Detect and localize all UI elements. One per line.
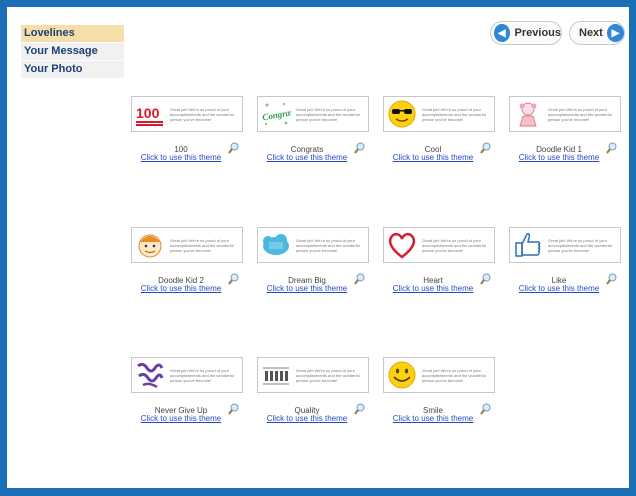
doodle-boy-icon (138, 234, 162, 258)
thumbnail-message: Great job! We're so proud of your accomp… (548, 237, 612, 253)
previous-button-label: Previous (514, 27, 561, 39)
sidebar-item-your-photo[interactable]: Your Photo (21, 61, 124, 78)
theme-thumbnail[interactable]: Great job! We're so proud of your accomp… (257, 227, 369, 263)
magnifier-icon[interactable] (480, 273, 491, 285)
thumbs-up-icon (515, 233, 541, 257)
magnifier-icon[interactable] (228, 273, 239, 285)
theme-thumbnail[interactable]: 100 Great job! We're so proud of your ac… (131, 96, 243, 132)
theme-thumbnail[interactable]: Great job! We're so proud of your accomp… (131, 227, 243, 263)
sidebar-item-lovelines[interactable]: Lovelines (21, 25, 124, 42)
use-theme-link[interactable]: Click to use this theme (257, 153, 357, 162)
use-theme-link[interactable]: Click to use this theme (131, 414, 231, 423)
magnifier-icon[interactable] (354, 273, 365, 285)
theme-thumbnail[interactable]: Great job! We're so proud of your accomp… (509, 96, 621, 132)
next-button-label: Next (579, 27, 603, 39)
quality-stamp-icon (263, 367, 289, 385)
thumbnail-message: Great job! We're so proud of your accomp… (296, 367, 360, 383)
sidebar: Lovelines Your Message Your Photo (21, 25, 124, 79)
use-theme-link[interactable]: Click to use this theme (509, 153, 609, 162)
magnifier-icon[interactable] (354, 403, 365, 415)
congrats-lettering-icon: Congrats (262, 102, 291, 126)
thumbnail-message: Great job! We're so proud of your accomp… (170, 367, 234, 383)
hundred-emoji-icon: 100 (136, 105, 163, 126)
use-theme-link[interactable]: Click to use this theme (131, 284, 231, 293)
sunglasses-emoji-icon (388, 100, 416, 128)
use-theme-link[interactable]: Click to use this theme (131, 153, 231, 162)
previous-button[interactable]: ◀ Previous (490, 21, 562, 45)
use-theme-link[interactable]: Click to use this theme (509, 284, 609, 293)
svg-text:100: 100 (136, 105, 160, 121)
magnifier-icon[interactable] (480, 403, 491, 415)
next-button[interactable]: Next ▶ (569, 21, 625, 45)
use-theme-link[interactable]: Click to use this theme (257, 414, 357, 423)
thumbnail-message: Great job! We're so proud of your accomp… (548, 106, 612, 122)
dream-big-icon (263, 234, 289, 255)
content-frame: Lovelines Your Message Your Photo ◀ Prev… (7, 7, 629, 489)
theme-thumbnail[interactable]: Great job! We're so proud of your accomp… (509, 227, 621, 263)
use-theme-link[interactable]: Click to use this theme (383, 414, 483, 423)
use-theme-link[interactable]: Click to use this theme (383, 153, 483, 162)
never-give-up-icon (137, 362, 164, 389)
magnifier-icon[interactable] (480, 142, 491, 154)
magnifier-icon[interactable] (228, 142, 239, 154)
use-theme-link[interactable]: Click to use this theme (257, 284, 357, 293)
theme-thumbnail[interactable]: Great job! We're so proud of your accomp… (383, 357, 495, 393)
thumbnail-message: Great job! We're so proud of your accomp… (170, 106, 234, 122)
arrow-right-circle-icon: ▶ (606, 24, 624, 42)
sidebar-item-your-message[interactable]: Your Message (21, 43, 124, 60)
thumbnail-message: Great job! We're so proud of your accomp… (296, 237, 360, 253)
thumbnail-message: Great job! We're so proud of your accomp… (170, 237, 234, 253)
theme-thumbnail[interactable]: Great job! We're so proud of your accomp… (383, 227, 495, 263)
theme-thumbnail[interactable]: Great job! We're so proud of your accomp… (131, 357, 243, 393)
theme-thumbnail[interactable]: Great job! We're so proud of your accomp… (257, 357, 369, 393)
thumbnail-message: Great job! We're so proud of your accomp… (296, 106, 360, 122)
thumbnail-message: Great job! We're so proud of your accomp… (422, 237, 486, 253)
use-theme-link[interactable]: Click to use this theme (383, 284, 483, 293)
smiley-face-icon (388, 361, 416, 389)
theme-thumbnail[interactable]: Congrats Great job! We're so proud of yo… (257, 96, 369, 132)
heart-icon (388, 232, 416, 259)
magnifier-icon[interactable] (606, 273, 617, 285)
thumbnail-message: Great job! We're so proud of your accomp… (422, 367, 486, 383)
magnifier-icon[interactable] (354, 142, 365, 154)
arrow-left-circle-icon: ◀ (494, 24, 510, 42)
doodle-girl-icon (519, 102, 537, 127)
thumbnail-message: Great job! We're so proud of your accomp… (422, 106, 486, 122)
magnifier-icon[interactable] (228, 403, 239, 415)
svg-text:Congrats: Congrats (262, 106, 291, 122)
theme-thumbnail[interactable]: Great job! We're so proud of your accomp… (383, 96, 495, 132)
magnifier-icon[interactable] (606, 142, 617, 154)
